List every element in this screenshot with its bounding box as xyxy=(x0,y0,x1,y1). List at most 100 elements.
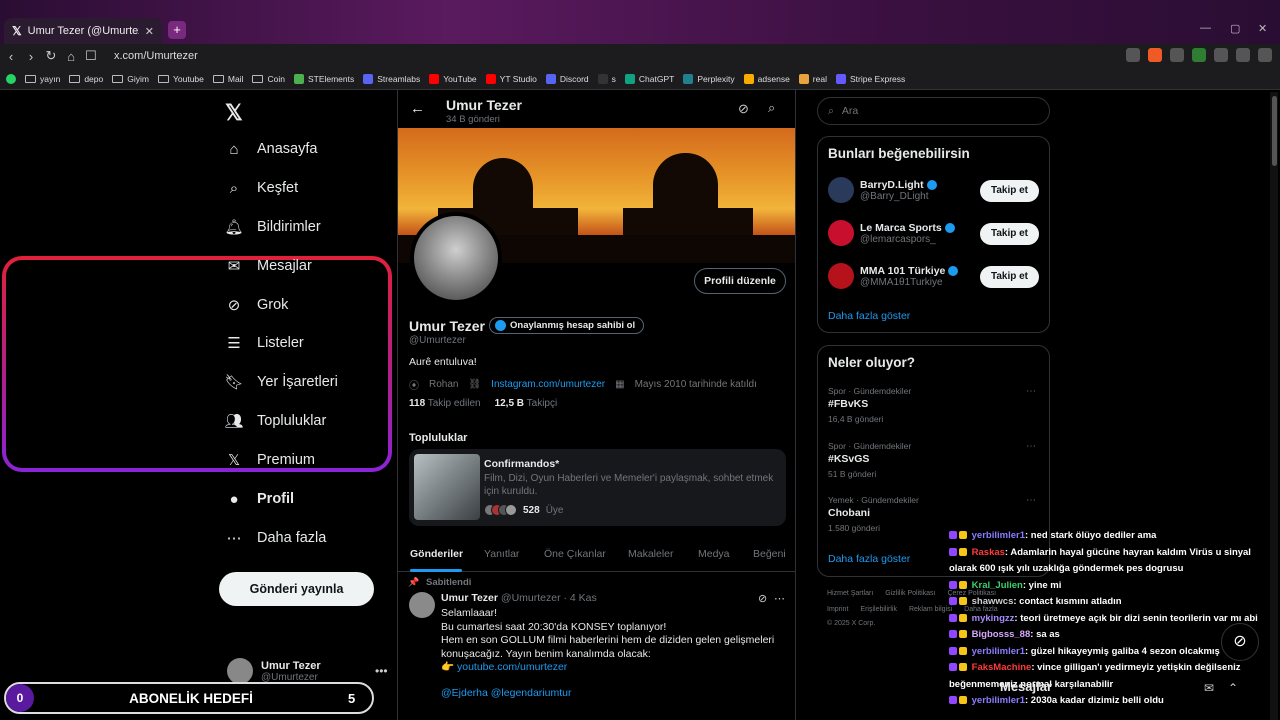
close-window-icon[interactable]: ✕ xyxy=(1258,22,1267,35)
profile-tab[interactable]: Öne Çıkanlar xyxy=(544,548,606,560)
bookmark-item[interactable]: YT Studio xyxy=(485,73,537,84)
bookmark-item[interactable]: Coin xyxy=(252,74,285,84)
new-tab-button[interactable]: + xyxy=(168,21,186,39)
extension-icon[interactable] xyxy=(1236,48,1250,62)
grok-float-icon[interactable]: ⊘ xyxy=(1221,623,1259,661)
back-icon[interactable]: ‹ xyxy=(2,49,20,64)
extension-icon[interactable] xyxy=(1192,48,1206,62)
footer-link[interactable]: Erişilebilirlik xyxy=(860,606,897,613)
profile-avatar[interactable] xyxy=(410,212,502,304)
nav-item-7[interactable]: 👥︎ Topluluklar xyxy=(224,412,326,430)
extension-icon[interactable] xyxy=(1126,48,1140,62)
extension-icon[interactable] xyxy=(1214,48,1228,62)
bookmark-item[interactable]: YouTube xyxy=(429,73,477,84)
tweet-author[interactable]: Umur Tezer xyxy=(441,592,498,604)
trend-name[interactable]: Chobani xyxy=(828,507,870,519)
more-dots-icon[interactable]: ••• xyxy=(375,664,388,678)
x-logo-icon[interactable]: 𝕏 xyxy=(225,100,243,126)
follow-button[interactable]: Takip et xyxy=(980,223,1039,245)
brave-icon[interactable] xyxy=(1148,48,1162,62)
suggestion-row[interactable]: MMA 101 Türkiye @MMA1θ1Turkiye xyxy=(828,263,959,289)
nav-item-3[interactable]: ✉ Mesajlar xyxy=(225,257,312,275)
bookmark-item[interactable]: s xyxy=(597,73,616,84)
footer-link[interactable]: Gizlilik Politikası xyxy=(885,590,935,597)
bookmark-item[interactable]: Giyim xyxy=(112,74,149,84)
minimize-icon[interactable]: — xyxy=(1200,22,1211,34)
more-dots-icon[interactable]: ⋯ xyxy=(1026,495,1036,506)
footer-link[interactable]: Reklam bilgisi xyxy=(909,606,952,613)
bookmark-item[interactable]: Discord xyxy=(545,73,589,84)
profile-tab[interactable]: Medya xyxy=(698,548,730,560)
search-input[interactable]: ⌕ Ara xyxy=(817,97,1050,125)
messages-drawer-label[interactable]: Mesajlar xyxy=(1000,679,1052,694)
edit-profile-button[interactable]: Profili düzenle xyxy=(694,268,786,294)
community-card[interactable]: Confirmandos* Film, Dizi, Oyun Haberleri… xyxy=(409,449,786,526)
bookmark-item[interactable]: STElements xyxy=(293,73,354,84)
grok-icon[interactable]: ⊘ xyxy=(738,101,749,117)
bookmark-item[interactable]: depo xyxy=(69,74,103,84)
more-dots-icon[interactable]: ⋯ xyxy=(1026,441,1036,452)
footer-link[interactable]: Hizmet Şartları xyxy=(827,590,873,597)
trend-name[interactable]: #FBvKS xyxy=(828,398,868,410)
nav-item-9[interactable]: ● Profil xyxy=(225,490,294,508)
scrollbar[interactable] xyxy=(1270,92,1278,720)
verify-account-button[interactable]: Onaylanmış hesap sahibi ol xyxy=(489,317,645,334)
url-field[interactable]: x.com/Umurtezer xyxy=(114,50,198,62)
bookmark-item[interactable]: adsense xyxy=(743,73,790,84)
browser-tab[interactable]: 𝕏 Umur Tezer (@Umurtezer) / X ✕ xyxy=(4,18,162,44)
show-more-trends-link[interactable]: Daha fazla göster xyxy=(828,553,910,565)
suggestion-row[interactable]: Le Marca Sports @lemarcaspors_ xyxy=(828,220,955,246)
bookmark-item[interactable]: Stripe Express xyxy=(835,73,905,84)
nav-item-6[interactable]: 🔖︎ Yer İşaretleri xyxy=(224,373,337,391)
back-arrow-icon[interactable]: ← xyxy=(410,100,425,117)
follow-button[interactable]: Takip et xyxy=(980,266,1039,288)
grok-icon[interactable]: ⊘ xyxy=(758,592,767,605)
post-button[interactable]: Gönderi yayınla xyxy=(219,572,374,606)
nav-item-10[interactable]: ⋯ Daha fazla xyxy=(225,529,327,547)
home-icon[interactable]: ⌂ xyxy=(62,49,80,64)
new-message-icon[interactable]: ✉ xyxy=(1204,681,1214,695)
profile-link[interactable]: Instagram.com/umurtezer xyxy=(491,379,605,390)
more-dots-icon[interactable]: ⋯ xyxy=(774,592,785,605)
nav-item-2[interactable]: 🔔︎ Bildirimler xyxy=(224,218,320,236)
whatsapp-bookmark-icon[interactable] xyxy=(6,73,16,84)
nav-item-5[interactable]: ☰ Listeler xyxy=(225,334,303,352)
profile-tab[interactable]: Beğeni xyxy=(753,548,786,560)
footer-link[interactable]: Imprint xyxy=(827,606,848,613)
follow-button[interactable]: Takip et xyxy=(980,180,1039,202)
expand-icon[interactable]: ⌃ xyxy=(1228,681,1238,695)
more-dots-icon[interactable]: ⋯ xyxy=(1026,386,1036,397)
show-more-link[interactable]: Daha fazla göster xyxy=(828,310,910,322)
suggestion-row[interactable]: BarryD.Light @Barry_DLight xyxy=(828,177,937,203)
tweet-mentions[interactable]: @Ejderha @legendariumtur xyxy=(441,687,571,699)
profile-tab[interactable]: Makaleler xyxy=(628,548,674,560)
nav-item-0[interactable]: ⌂ Anasayfa xyxy=(225,140,317,158)
tweet-link[interactable]: youtube.com/umurtezer xyxy=(457,661,567,673)
profile-tab[interactable]: Yanıtlar xyxy=(484,548,519,560)
bookmark-item[interactable]: real xyxy=(798,73,827,84)
trend-name[interactable]: #KSvGS xyxy=(828,453,869,465)
account-switcher[interactable]: Umur Tezer @Umurtezer xyxy=(227,658,321,684)
followers-link[interactable]: 12,5 B Takipçi xyxy=(495,398,558,409)
scrollbar-thumb[interactable] xyxy=(1272,96,1277,166)
extension-icon[interactable] xyxy=(1170,48,1184,62)
maximize-icon[interactable]: ▢ xyxy=(1230,22,1240,35)
nav-item-1[interactable]: ⌕ Keşfet xyxy=(225,179,298,197)
tab-close-icon[interactable]: ✕ xyxy=(145,25,154,38)
forward-icon[interactable]: › xyxy=(22,49,40,64)
bookmark-item[interactable]: ChatGPT xyxy=(624,73,674,84)
bookmark-item[interactable]: Streamlabs xyxy=(363,73,420,84)
nav-item-8[interactable]: 𝕏 Premium xyxy=(225,451,315,469)
avatar[interactable] xyxy=(409,592,435,618)
profile-tab[interactable]: Gönderiler xyxy=(410,548,463,560)
bookmark-item[interactable]: Mail xyxy=(212,74,243,84)
following-link[interactable]: 118 Takip edilen xyxy=(409,398,481,409)
nav-item-4[interactable]: ⊘ Grok xyxy=(225,296,289,314)
bookmark-item[interactable]: Perplexity xyxy=(683,73,735,84)
menu-icon[interactable] xyxy=(1258,48,1272,62)
bookmark-page-icon[interactable]: ☐ xyxy=(82,48,100,64)
bookmark-item[interactable]: yayın xyxy=(25,74,60,84)
reload-icon[interactable]: ↻ xyxy=(42,48,60,64)
search-icon[interactable]: ⌕ xyxy=(768,100,775,116)
bookmark-item[interactable]: Youtube xyxy=(157,74,204,84)
